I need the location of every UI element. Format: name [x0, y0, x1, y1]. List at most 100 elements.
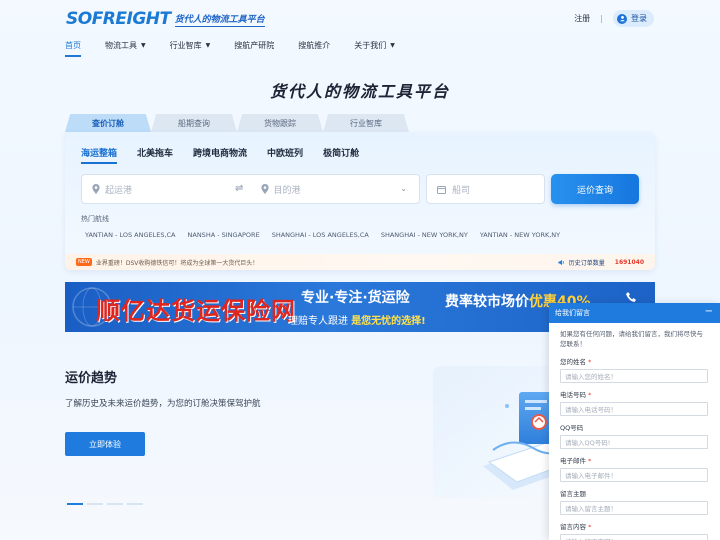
field-label: 留言主题 [560, 488, 709, 498]
message-field-input[interactable]: 请输入QQ号码! [560, 434, 708, 449]
history-count: 1691040 [614, 258, 644, 266]
login-label: 登录 [631, 14, 647, 23]
search-tab[interactable]: 船期查询 [151, 114, 237, 132]
swap-icon[interactable]: ⇌ [235, 183, 243, 194]
speaker-icon [558, 259, 564, 265]
message-field-input[interactable]: 请输入您的姓名！ [560, 368, 708, 383]
carrier-placeholder: 船司 [452, 185, 471, 196]
carrier-input[interactable]: 船司 [426, 174, 545, 204]
divider: | [600, 14, 603, 23]
search-tab[interactable]: 查价订舱 [65, 114, 151, 132]
nav-item[interactable]: 搜航产研院 [234, 38, 274, 52]
origin-port-input[interactable]: 起运港 [82, 175, 251, 203]
hot-route-link[interactable]: YANTIAN - NEW YORK,NY [480, 231, 560, 239]
field-label-text: 留言主题 [560, 489, 586, 498]
sub-tab[interactable]: 中欧班列 [267, 146, 303, 164]
hot-routes-label: 热门航线 [81, 215, 109, 223]
caret-down-icon: ▼ [205, 41, 211, 49]
search-tabs: 查价订舱 船期查询 货物跟踪 行业智库 [65, 114, 409, 132]
message-field-input[interactable]: 请输入电子邮件！ [560, 467, 708, 482]
history-orders: 历史订单数量 1691040 [558, 258, 644, 267]
login-button[interactable]: 登录 [613, 10, 654, 27]
trend-title: 运价趋势 [65, 371, 118, 386]
caret-down-icon: ▼ [390, 41, 395, 49]
new-badge: NEW [76, 258, 92, 266]
required-mark: * [586, 357, 592, 366]
required-mark: * [586, 456, 592, 465]
hero-title: 货代人的物流工具平台 [269, 82, 450, 101]
nav-item-label: 行业智库 [169, 40, 202, 50]
field-label-text: 您的姓名 [560, 357, 586, 366]
field-label-text: 电子邮件 [560, 456, 586, 465]
carousel-pager [67, 503, 143, 505]
nav-item[interactable]: 首页 [65, 38, 81, 57]
minimize-icon[interactable]: − [705, 306, 713, 317]
banner-title: 顺亿达货运保险网 [96, 297, 296, 325]
chevron-down-icon: ⌄ [400, 184, 407, 193]
message-intro: 如果您有任何问题，请给我们留言，我们将尽快与您联系！ [560, 330, 703, 349]
destination-port-input[interactable]: 目的港 ⌄ [251, 175, 420, 203]
hot-route-link[interactable]: SHANGHAI - NEW YORK,NY [381, 231, 468, 239]
nav-item-label: 搜航产研院 [234, 40, 275, 50]
logo-slogan: 货代人的物流工具平台 [174, 12, 265, 27]
location-pin-icon [260, 184, 269, 194]
nav-item[interactable]: 搜航推介 [298, 38, 330, 52]
sub-tab[interactable]: 跨境电商物流 [193, 146, 247, 164]
message-field-input[interactable]: 请输入电话号码！ [560, 401, 708, 416]
ship-icon [437, 185, 446, 194]
banner-subslogan-a: 理赔专人跟进 [288, 316, 348, 327]
message-header: 给我们留言 − [549, 303, 720, 323]
field-label: QQ号码 [560, 422, 709, 432]
hot-routes: YANTIAN - LOS ANGELES,CA NANSHA - SINGAPO… [85, 231, 560, 239]
logo[interactable]: SOFREIGHT 货代人的物流工具平台 [66, 9, 265, 29]
register-link[interactable]: 注册 [574, 13, 590, 24]
user-actions: 注册 | 登录 [574, 10, 654, 27]
nav-item[interactable]: 行业智库 ▼ [170, 38, 211, 52]
ticker-text[interactable]: 业界重磅！DSV收购德铁信可！将成为全球第一大货代巨头！ [96, 258, 259, 267]
field-label: 电话号码 * [560, 389, 709, 399]
logo-text: SOFREIGHT [66, 9, 171, 29]
trend-description: 了解历史及未来运价趋势，为您的订舱决策保驾护航 [65, 399, 261, 409]
sub-tab[interactable]: 北美拖车 [137, 146, 173, 164]
field-label-text: QQ号码 [560, 423, 584, 432]
hot-route-link[interactable]: SHANGHAI - LOS ANGELES,CA [272, 231, 369, 239]
nav-item[interactable]: 物流工具 ▼ [105, 38, 146, 52]
sub-tabs: 海运整箱 北美拖车 跨境电商物流 中欧班列 极简订舱 [81, 146, 359, 164]
message-title: 给我们留言 [555, 309, 590, 317]
nav-item[interactable]: 关于我们 ▼ [354, 38, 395, 52]
field-label-text: 留言内容 [560, 522, 586, 531]
required-mark: * [586, 390, 592, 399]
hot-route-link[interactable]: YANTIAN - LOS ANGELES,CA [85, 231, 176, 239]
search-tab[interactable]: 货物跟踪 [237, 114, 323, 132]
news-ticker: NEW 业界重磅！DSV收购德铁信可！将成为全球第一大货代巨头！ 历史订单数量 … [65, 254, 655, 270]
field-label: 您的姓名 * [560, 356, 709, 366]
message-form: 如果您有任何问题，请给我们留言，我们将尽快与您联系！ 您的姓名 * 请输入您的姓名… [549, 323, 720, 540]
pager-dot[interactable] [67, 503, 83, 505]
message-field-input[interactable]: 请输入留言内容！ [560, 533, 708, 540]
caret-down-icon: ▼ [141, 41, 146, 49]
nav-item-label: 搜航推介 [298, 40, 331, 50]
field-label: 留言内容 * [560, 521, 709, 531]
history-label: 历史订单数量 [568, 259, 605, 267]
message-field-input[interactable]: 请输入留言主题！ [560, 500, 708, 515]
sub-tab[interactable]: 海运整箱 [81, 146, 118, 164]
pager-dot[interactable] [87, 503, 103, 505]
search-tab[interactable]: 行业智库 [323, 114, 409, 132]
pager-dot[interactable] [127, 503, 143, 505]
port-selector: 起运港 ⇌ 目的港 ⌄ [81, 174, 420, 204]
destination-placeholder: 目的港 [273, 185, 301, 196]
nav-item-label: 关于我们 [354, 40, 387, 50]
field-label: 电子邮件 * [560, 455, 709, 465]
field-label-text: 电话号码 [560, 390, 586, 399]
banner-slogan: 专业·专注·货运险 [301, 290, 410, 306]
banner-promo-a: 费率较市场价 [445, 294, 529, 310]
try-now-button[interactable]: 立即体验 [65, 432, 145, 456]
rate-query-button[interactable]: 运价查询 [551, 174, 639, 204]
hot-route-link[interactable]: NANSHA - SINGAPORE [188, 231, 260, 239]
required-mark: * [586, 522, 592, 531]
sub-tab[interactable]: 极简订舱 [323, 146, 359, 164]
pager-dot[interactable] [107, 503, 123, 505]
nav-item-label: 物流工具 [105, 40, 137, 50]
banner-subslogan: 理赔专人跟进 是您无忧的选择! [288, 312, 426, 327]
message-fields: 您的姓名 * 请输入您的姓名！ 电话号码 * 请输入电话号码！ QQ号码请输入QQ号码!… [560, 356, 709, 540]
